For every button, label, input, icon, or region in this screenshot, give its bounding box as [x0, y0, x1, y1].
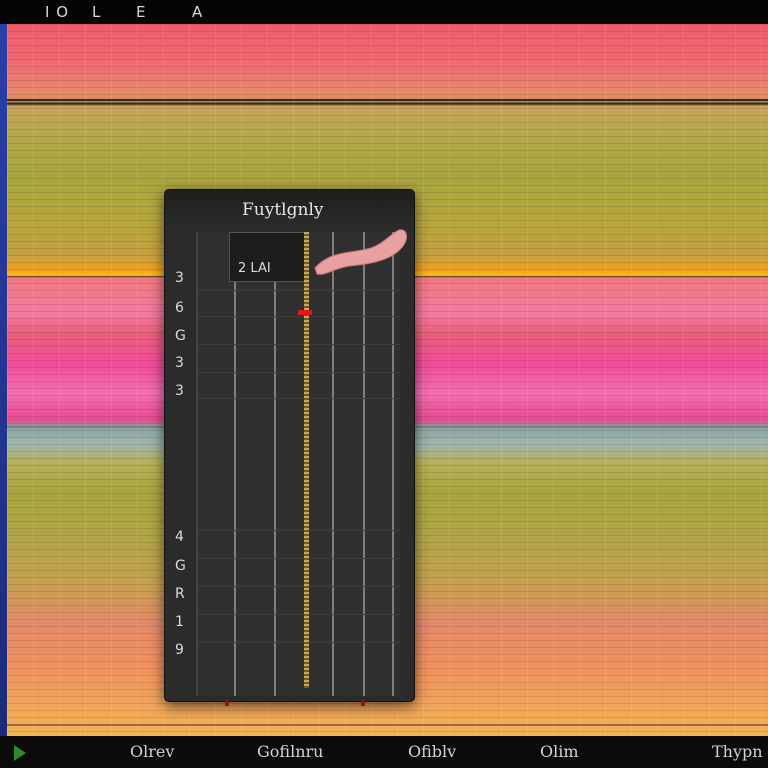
row-number: 6: [175, 300, 184, 316]
frequency-panel[interactable]: Fuytlgnly 2 LAI 3 6 G 3 3 4 G R 1 9: [164, 189, 415, 706]
footer-label-2[interactable]: Gofilnru: [257, 742, 323, 761]
grid-line: [332, 232, 334, 696]
grid-row-line: [198, 614, 400, 615]
grid-line: [274, 232, 276, 696]
position-track[interactable]: [304, 232, 309, 688]
row-number: G: [175, 328, 186, 344]
value-display[interactable]: 2 LAI: [229, 232, 305, 282]
value-text: 2 LAI: [238, 261, 271, 276]
divider-bottom: [7, 724, 768, 726]
row-number: R: [175, 586, 185, 602]
drag-handle-icon[interactable]: [311, 220, 411, 280]
row-number: 3: [175, 383, 184, 399]
left-rail: [0, 24, 7, 736]
panel-title: Fuytlgnly: [242, 200, 324, 220]
grid-row-line: [198, 290, 400, 291]
grid-row-line: [198, 558, 400, 559]
grid-line: [392, 232, 394, 696]
row-number: 3: [175, 270, 184, 286]
grid-row-line: [198, 398, 400, 399]
menu-item-e[interactable]: E: [136, 3, 146, 21]
row-number: G: [175, 558, 186, 574]
divider-top: [7, 99, 768, 101]
row-number: 3: [175, 355, 184, 371]
footer-label-3[interactable]: Ofiblv: [408, 742, 456, 761]
grid-row-line: [198, 372, 400, 373]
footer-label-5[interactable]: Thypn: [712, 742, 763, 761]
play-icon[interactable]: [14, 745, 26, 761]
grid-row-line: [198, 344, 400, 345]
panel-tick: [361, 700, 365, 706]
menu-item-io[interactable]: I O: [45, 3, 69, 21]
grid-row-line: [198, 586, 400, 587]
row-number: 4: [175, 529, 184, 545]
panel-tick: [225, 700, 229, 706]
grid-row-line: [198, 316, 400, 317]
menu-bar: I O L E A: [0, 0, 768, 24]
panel-grid[interactable]: [196, 232, 400, 696]
grid-line: [363, 232, 365, 696]
footer-label-4[interactable]: Olim: [540, 742, 579, 761]
menu-item-a[interactable]: A: [192, 3, 203, 21]
playhead-marker[interactable]: [298, 310, 312, 315]
transport-bar: Olrev Gofilnru Ofiblv Olim Thypn: [0, 736, 768, 768]
row-number: 9: [175, 642, 184, 658]
footer-label-1[interactable]: Olrev: [130, 742, 174, 761]
grid-row-line: [198, 642, 400, 643]
row-number: 1: [175, 614, 184, 630]
grid-line: [234, 232, 236, 696]
grid-row-line: [198, 530, 400, 531]
menu-item-l[interactable]: L: [92, 3, 101, 21]
